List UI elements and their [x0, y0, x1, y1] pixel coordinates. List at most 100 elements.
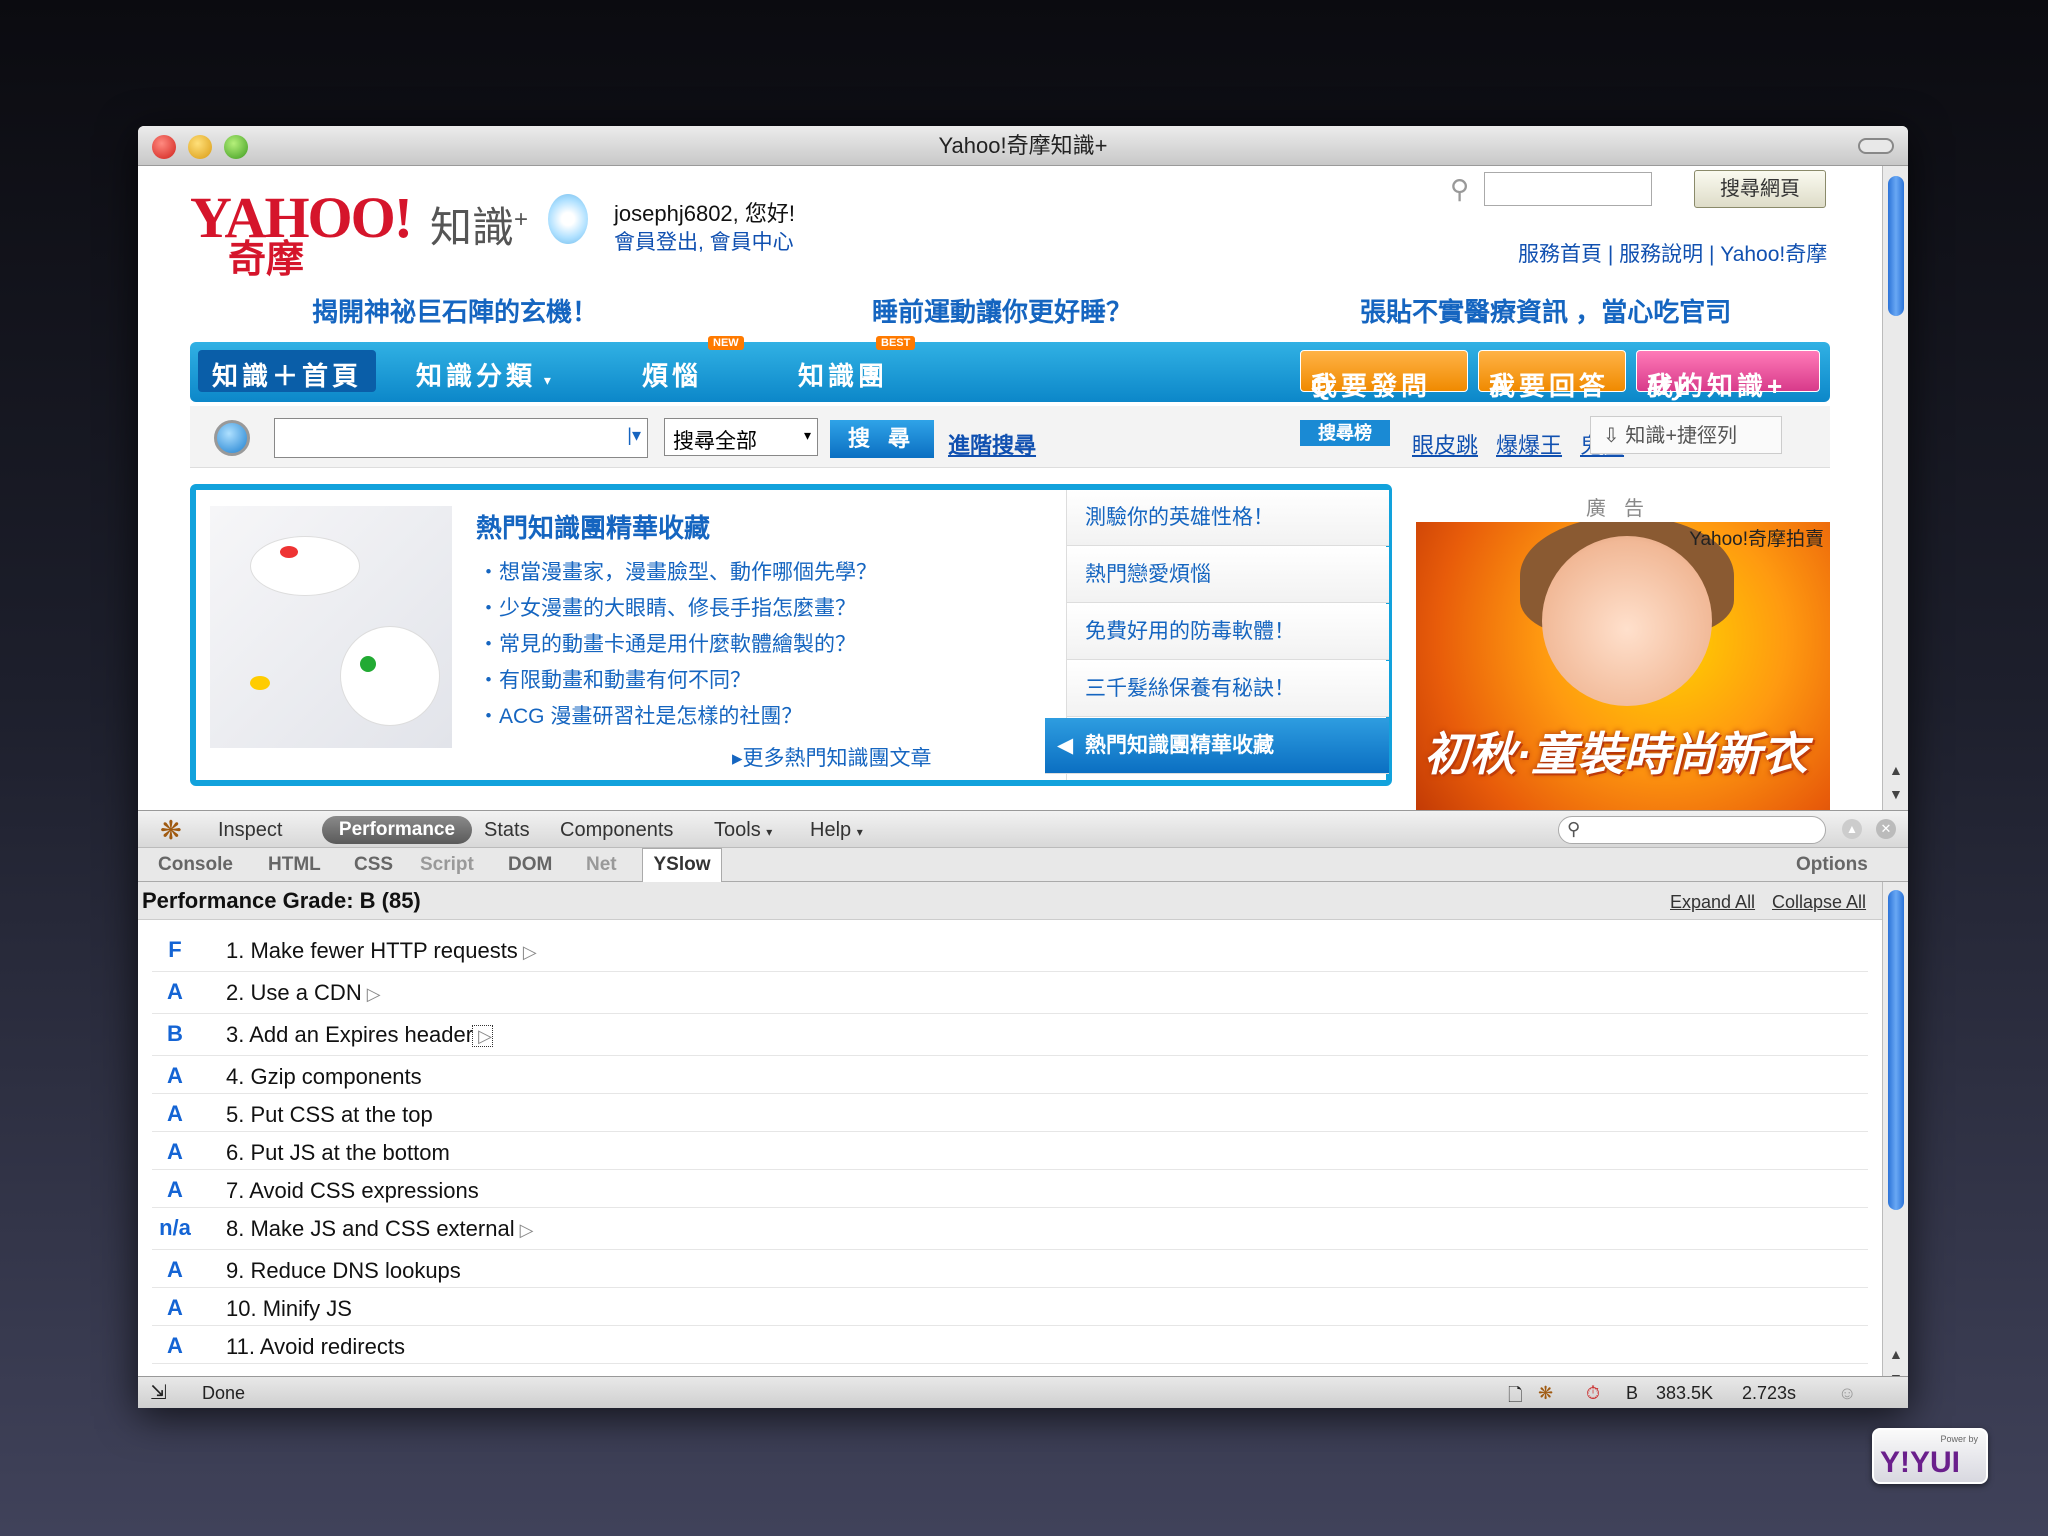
rule-row[interactable]: B 3. Add an Expires header ▷	[152, 1014, 1868, 1056]
rank-link-2[interactable]: 爆爆王	[1496, 428, 1562, 460]
nav-categories[interactable]: 知識分類 ▾	[416, 356, 555, 393]
side-item[interactable]: 熱門戀愛煩惱	[1067, 547, 1389, 603]
scroll-up-icon[interactable]: ▲	[1889, 762, 1903, 778]
rule-row[interactable]: A 7. Avoid CSS expressions	[152, 1170, 1868, 1208]
feature-item[interactable]: ・少女漫畫的大眼睛、修長手指怎麼畫？	[478, 592, 856, 622]
panel-scrollbar[interactable]: ▲ ▼	[1882, 882, 1908, 1408]
expand-arrow-icon[interactable]: ▷	[515, 1220, 534, 1240]
tab-console[interactable]: Console	[158, 854, 233, 876]
expand-arrow-icon[interactable]: ▷	[362, 984, 381, 1004]
feature-item[interactable]: ・有限動畫和動畫有何不同？	[478, 664, 751, 694]
user-links: 會員登出, 會員中心	[614, 231, 794, 254]
side-item-selected[interactable]: ◀ 熱門知識團精華收藏	[1045, 718, 1389, 774]
answer-label: 我要回答	[1489, 371, 1610, 401]
rule-row[interactable]: A 4. Gzip components	[152, 1056, 1868, 1094]
expand-arrow-icon[interactable]: ▷	[518, 942, 537, 962]
tools-menu[interactable]: Tools ▾	[714, 819, 772, 842]
tab-script[interactable]: Script	[420, 854, 474, 876]
rule-row[interactable]: A 2. Use a CDN ▷	[152, 972, 1868, 1014]
advanced-search-link[interactable]: 進階搜尋	[948, 428, 1036, 460]
rule-row[interactable]: F 1. Make fewer HTTP requests ▷	[152, 930, 1868, 972]
yslow-icon[interactable]: ⏱	[1586, 1383, 1600, 1404]
more-articles-link[interactable]: ▸更多熱門知識團文章	[732, 742, 932, 772]
rule-row[interactable]: A 9. Reduce DNS lookups	[152, 1250, 1868, 1288]
page-scrollbar[interactable]: ▲ ▼	[1882, 166, 1908, 810]
side-item[interactable]: 測驗你的英雄性格！	[1067, 490, 1389, 546]
rank-link-1[interactable]: 眼皮跳	[1412, 428, 1478, 460]
expand-all-link[interactable]: Expand All	[1670, 892, 1755, 913]
answer-button[interactable]: A 我要回答	[1478, 350, 1626, 401]
expand-arrow-icon[interactable]: ▷	[472, 1025, 493, 1047]
yahoo-link[interactable]: Yahoo!奇摩	[1720, 243, 1827, 266]
tab-net[interactable]: Net	[586, 854, 617, 876]
status-time: 2.723s	[1742, 1383, 1797, 1403]
minimize-panel-icon[interactable]: ▲	[1842, 819, 1862, 839]
search-go-button[interactable]: 搜 尋	[830, 420, 934, 458]
feature-item[interactable]: ・ACG 漫畫研習社是怎樣的社團？	[478, 700, 802, 730]
promo-link-3[interactable]: 張貼不實醫療資訊 ，當心吃官司	[1360, 292, 1731, 329]
performance-button[interactable]: Performance	[322, 816, 472, 844]
toolbar-toggle-button[interactable]	[1858, 138, 1894, 154]
firebug-icon[interactable]: ❋	[160, 815, 182, 846]
firebug-search-input[interactable]: ⚲	[1558, 816, 1826, 844]
rule-grade: A	[167, 1063, 183, 1088]
tab-html[interactable]: HTML	[268, 854, 321, 876]
nav-groups[interactable]: 知識團	[798, 356, 888, 393]
rule-row[interactable]: A 6. Put JS at the bottom	[152, 1132, 1868, 1170]
help-menu[interactable]: Help ▾	[810, 819, 863, 842]
options-button[interactable]: Options	[1796, 854, 1868, 876]
chevron-down-icon: ▾	[803, 427, 811, 443]
promo-link-1[interactable]: 揭開神祕巨石陣的玄機！	[312, 292, 598, 329]
history-dropdown-icon[interactable]: |▾	[627, 425, 641, 446]
paint-dot	[280, 546, 298, 558]
rule-grade: F	[168, 937, 182, 962]
my-knowledge-button[interactable]: My 我的知識+	[1636, 350, 1820, 401]
feature-item[interactable]: ・想當漫畫家，漫畫臉型、動作哪個先學？	[478, 556, 877, 586]
nav-worries[interactable]: 煩惱	[642, 356, 702, 393]
service-home-link[interactable]: 服務首頁	[1518, 243, 1602, 266]
rule-row[interactable]: A 5. Put CSS at the top	[152, 1094, 1868, 1132]
nav-home[interactable]: 知識＋首頁	[198, 350, 377, 392]
rule-label: 5. Put CSS at the top	[226, 1102, 433, 1127]
web-search-button[interactable]: 搜尋網頁	[1694, 170, 1826, 208]
zoom-window-button[interactable]	[224, 135, 248, 159]
web-search-input[interactable]	[1484, 172, 1652, 206]
firebug-status-icon[interactable]: ❋	[1538, 1383, 1553, 1404]
search-scope-select[interactable]: 搜尋全部 ▾	[664, 418, 818, 456]
shortcut-bar-button[interactable]: ⇩ 知識+捷徑列	[1590, 416, 1782, 454]
status-grade: B	[1626, 1383, 1639, 1403]
knowledge-search-input[interactable]: |▾	[274, 418, 648, 458]
rule-row[interactable]: A 11. Avoid redirects	[152, 1326, 1868, 1364]
scroll-down-icon[interactable]: ▼	[1889, 786, 1903, 802]
ask-button[interactable]: Q 我要發問	[1300, 350, 1468, 401]
scroll-thumb[interactable]	[1888, 890, 1904, 1210]
components-button[interactable]: Components	[560, 819, 673, 842]
tab-yslow[interactable]: YSlow	[642, 848, 722, 882]
promo-link-2[interactable]: 睡前運動讓你更好睡？	[872, 292, 1132, 329]
page-icon[interactable]: 🗋	[1508, 1383, 1522, 1408]
collapse-all-link[interactable]: Collapse All	[1772, 892, 1866, 913]
member-center-link[interactable]: 會員中心	[710, 231, 794, 254]
ad-banner[interactable]: Yahoo!奇摩拍賣 初秋·童裝時尚新衣	[1416, 522, 1830, 810]
tab-dom[interactable]: DOM	[508, 854, 552, 876]
stats-button[interactable]: Stats	[484, 819, 530, 842]
scroll-up-icon[interactable]: ▲	[1889, 1346, 1903, 1362]
rule-row[interactable]: n/a 8. Make JS and CSS external ▷	[152, 1208, 1868, 1250]
feature-title: 熱門知識團精華收藏	[476, 513, 711, 543]
side-item[interactable]: 三千髮絲保養有秘訣！	[1067, 661, 1389, 717]
close-panel-icon[interactable]: ✕	[1876, 819, 1896, 839]
rule-grade: A	[167, 1139, 183, 1164]
rule-grade: A	[167, 1101, 183, 1126]
side-item[interactable]: 免費好用的防毒軟體！	[1067, 604, 1389, 660]
tab-css[interactable]: CSS	[354, 854, 393, 876]
greeting: josephj6802, 您好!	[614, 201, 795, 226]
help-link[interactable]: 服務說明	[1619, 243, 1703, 266]
close-window-button[interactable]	[152, 135, 176, 159]
logout-link[interactable]: 會員登出	[614, 231, 698, 254]
ad-slogan: 初秋·童裝時尚新衣	[1424, 728, 1808, 780]
feature-item[interactable]: ・常見的動畫卡通是用什麼軟體繪製的？	[478, 628, 856, 658]
rule-row[interactable]: A 10. Minify JS	[152, 1288, 1868, 1326]
inspect-button[interactable]: Inspect	[218, 819, 282, 842]
minimize-window-button[interactable]	[188, 135, 212, 159]
scroll-thumb[interactable]	[1888, 176, 1904, 316]
